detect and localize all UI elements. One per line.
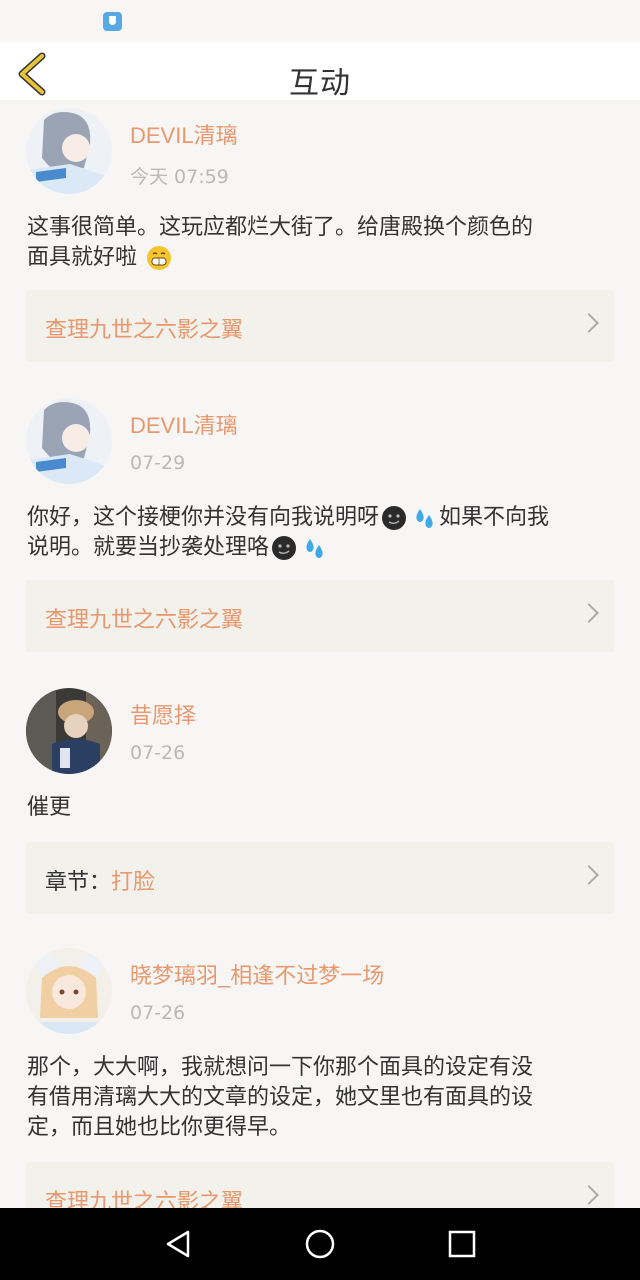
comment-line: 那个，大大啊，我就想问一下你那个面具的设定有没	[27, 1055, 534, 1080]
comment-line: 催更	[27, 795, 72, 820]
grin-emoji-icon	[147, 246, 172, 270]
status-bar	[0, 0, 640, 42]
avatar[interactable]	[26, 688, 112, 774]
work-link-card[interactable]: 查理九世之六影之翼	[26, 580, 614, 652]
avatar-girl-bunny-image	[26, 948, 112, 1034]
comment-line: 有借用清璃大大的文章的设定，她文里也有面具的设	[27, 1085, 534, 1110]
chevron-right-icon	[579, 313, 599, 333]
avatar-girl-blue-image	[26, 398, 112, 484]
avatar[interactable]	[26, 108, 112, 194]
chevron-right-icon	[579, 1185, 599, 1205]
username[interactable]: 昔愿择	[130, 698, 196, 730]
comment-line: 面具就好啦	[27, 245, 138, 270]
work-link-card[interactable]: 查理九世之六影之翼	[26, 290, 614, 362]
chevron-right-icon	[579, 603, 599, 623]
interaction-feed[interactable]: DEVIL清璃 今天 07:59 这事很简单。这玩应都烂大街了。给唐殿换个颜色的…	[0, 100, 640, 1208]
post-date: 07-26	[130, 1002, 186, 1024]
username[interactable]: DEVIL清璃	[130, 408, 238, 440]
circle-home-icon[interactable]	[300, 1224, 340, 1264]
chapter-title: 打脸	[111, 870, 156, 895]
chapter-link-card[interactable]: 章节：打脸	[26, 842, 614, 914]
smirk-emoji-icon	[382, 506, 407, 530]
post-date: 07-26	[130, 742, 186, 764]
comment-line: 你好，这个接梗你并没有向我说明呀	[27, 505, 380, 530]
comment-text: 这事很简单。这玩应都烂大街了。给唐殿换个颜色的 面具就好啦	[27, 213, 615, 273]
comment-line: 如果不向我	[439, 505, 550, 530]
system-nav-bar	[0, 1208, 640, 1280]
work-title: 查理九世之六影之翼	[45, 318, 244, 343]
comment-line: 定，而且她也比你更得早。	[27, 1115, 292, 1140]
sweat-drops-emoji-icon	[416, 509, 433, 528]
work-title: 查理九世之六影之翼	[45, 1190, 244, 1208]
work-title: 查理九世之六影之翼	[45, 608, 244, 633]
shield-app-icon	[103, 12, 122, 31]
avatar-photo-image	[26, 688, 112, 774]
avatar[interactable]	[26, 398, 112, 484]
chapter-link: 章节：打脸	[45, 864, 155, 896]
username[interactable]: 晓梦璃羽_相逢不过梦一场	[130, 958, 384, 990]
comment-line: 说明。就要当抄袭处理咯	[27, 535, 270, 560]
sweat-drops-emoji-icon	[306, 539, 323, 558]
avatar[interactable]	[26, 948, 112, 1034]
work-link-card[interactable]: 查理九世之六影之翼	[26, 1162, 614, 1208]
username[interactable]: DEVIL清璃	[130, 118, 238, 150]
chevron-right-icon	[579, 865, 599, 885]
square-recent-icon[interactable]	[442, 1224, 482, 1264]
comment-text: 那个，大大啊，我就想问一下你那个面具的设定有没 有借用清璃大大的文章的设定，她文…	[27, 1053, 615, 1143]
chapter-label: 章节：	[45, 870, 112, 895]
smirk-emoji-icon	[272, 536, 297, 560]
comment-text: 催更	[27, 793, 615, 823]
comment-text: 你好，这个接梗你并没有向我说明呀 如果不向我 说明。就要当抄袭处理咯	[27, 503, 615, 563]
page-title: 互动	[289, 66, 351, 101]
comment-line: 这事很简单。这玩应都烂大街了。给唐殿换个颜色的	[27, 215, 534, 240]
post-date: 今天 07:59	[130, 166, 229, 188]
avatar-girl-blue-image	[26, 108, 112, 194]
post-date: 07-29	[130, 452, 186, 474]
triangle-back-icon[interactable]	[158, 1224, 198, 1264]
